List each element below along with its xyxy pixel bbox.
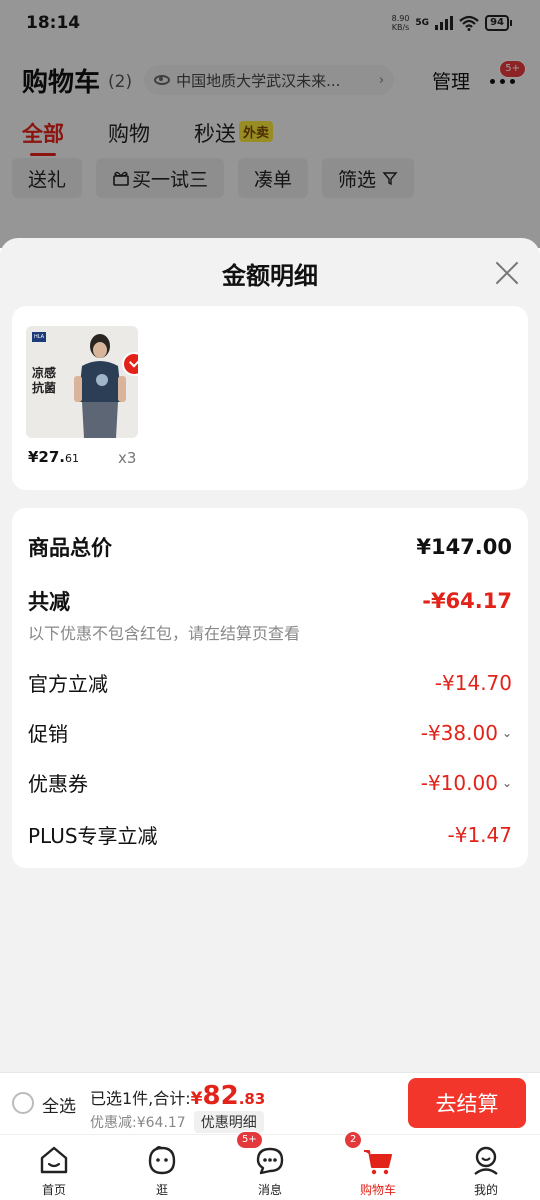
home-icon xyxy=(40,1146,68,1174)
coupon-label: 优惠券 xyxy=(28,772,88,796)
bottom-navigation: 首页 逛 5+ 消息 2 购物车 我的 xyxy=(0,1131,540,1200)
product-model-image xyxy=(74,334,126,438)
nav-cart[interactable]: 2 购物车 xyxy=(324,1131,432,1200)
promotion-value: -¥38.00 xyxy=(420,720,498,745)
select-all-checkbox[interactable] xyxy=(12,1092,34,1114)
coupon-value: -¥10.00 xyxy=(420,770,498,795)
discount-note: 以下优惠不包含红包，请在结算页查看 xyxy=(28,624,301,643)
coupon-value-wrap: -¥10.00 ⌄ xyxy=(421,771,512,795)
amount-detail-sheet: 金额明细 HLA 凉感 抗菌 ¥27.61 x3 商品总价 ¥147.00 共减… xyxy=(0,238,540,1072)
plus-discount-value: -¥1.47 xyxy=(447,822,512,847)
total-price-row: 商品总价 ¥147.00 xyxy=(28,532,512,562)
chevron-down-icon: ⌄ xyxy=(501,775,512,790)
nav-messages[interactable]: 5+ 消息 xyxy=(216,1131,324,1200)
breakdown-item-plus: PLUS专享立减 -¥1.47 xyxy=(28,820,512,849)
nav-cart-label: 购物车 xyxy=(359,1183,396,1197)
cart-page-background: 购物车 (2) 中国地质大学武汉未来... › 管理 5+ 全部 购物 秒送 外卖… xyxy=(0,48,540,248)
discount-amount: 优惠减:¥64.17 xyxy=(90,1115,186,1131)
product-unit-price: ¥27.61 xyxy=(28,448,79,466)
total-price-value: ¥147.00 xyxy=(416,535,512,559)
status-overlay xyxy=(0,0,540,48)
nav-profile-label: 我的 xyxy=(473,1183,498,1197)
promotion-label: 促销 xyxy=(28,722,68,746)
total-amount-integer: 82 xyxy=(202,1081,239,1111)
cart-icon xyxy=(364,1150,392,1175)
total-currency: ¥ xyxy=(190,1089,203,1109)
official-discount-value: -¥14.70 xyxy=(434,670,512,695)
checkout-button[interactable]: 去结算 xyxy=(408,1078,526,1128)
product-price-decimal: 61 xyxy=(65,452,80,465)
brand-logo: HLA xyxy=(32,332,46,342)
status-bar: 18:14 8.90 KB/s 5G 94 xyxy=(0,0,540,48)
sheet-title: 金额明细 xyxy=(222,262,318,290)
message-icon xyxy=(256,1147,284,1175)
total-price-label: 商品总价 xyxy=(28,536,112,560)
nav-browse-label: 逛 xyxy=(155,1183,168,1197)
discount-summary: 优惠减:¥64.17 优惠明细 xyxy=(90,1111,264,1133)
official-discount-label: 官方立减 xyxy=(28,672,108,696)
breakdown-item-official: 官方立减 -¥14.70 xyxy=(28,668,512,697)
checkout-bar: 全选 已选1件,合计: ¥ 82 .83 优惠减:¥64.17 优惠明细 去结算 xyxy=(0,1072,540,1134)
face-icon xyxy=(148,1146,176,1175)
order-summary: 已选1件,合计: ¥ 82 .83 xyxy=(90,1081,265,1111)
discount-detail-button[interactable]: 优惠明细 xyxy=(193,1111,264,1133)
profile-icon xyxy=(474,1146,498,1175)
cart-badge: 2 xyxy=(344,1131,363,1149)
product-card: HLA 凉感 抗菌 ¥27.61 x3 xyxy=(12,306,528,490)
nav-home-label: 首页 xyxy=(41,1183,66,1197)
thumbnail-caption-line1: 凉感 xyxy=(32,366,57,380)
nav-messages-label: 消息 xyxy=(257,1183,282,1197)
nav-browse[interactable]: 逛 xyxy=(108,1135,216,1200)
product-thumbnail[interactable]: HLA 凉感 抗菌 xyxy=(26,326,138,438)
total-reduction-label: 共减 xyxy=(28,590,70,614)
thumbnail-caption: 凉感 抗菌 xyxy=(32,366,56,396)
breakdown-item-coupon[interactable]: 优惠券 -¥10.00 ⌄ xyxy=(28,768,512,797)
messages-badge: 5+ xyxy=(236,1131,263,1149)
breakdown-item-promotion[interactable]: 促销 -¥38.00 ⌄ xyxy=(28,718,512,747)
thumbnail-caption-line2: 抗菌 xyxy=(32,381,57,395)
nav-profile[interactable]: 我的 xyxy=(432,1135,540,1200)
close-icon[interactable] xyxy=(494,260,520,286)
total-reduction-value: -¥64.17 xyxy=(422,589,512,613)
chevron-down-icon: ⌄ xyxy=(501,725,512,740)
promotion-value-wrap: -¥38.00 ⌄ xyxy=(421,721,512,745)
total-amount-decimal: .83 xyxy=(238,1090,266,1108)
plus-discount-label: PLUS专享立减 xyxy=(28,824,158,848)
summary-prefix: 已选1件,合计: xyxy=(90,1089,191,1108)
nav-home[interactable]: 首页 xyxy=(0,1135,108,1200)
price-breakdown-card: 商品总价 ¥147.00 共减 -¥64.17 以下优惠不包含红包，请在结算页查… xyxy=(12,508,528,868)
select-all-label[interactable]: 全选 xyxy=(42,1092,76,1117)
product-quantity: x3 xyxy=(118,449,137,467)
product-price-main: ¥27. xyxy=(28,448,66,466)
total-reduction-row: 共减 -¥64.17 xyxy=(28,586,512,616)
sheet-header: 金额明细 xyxy=(0,238,540,306)
dim-overlay[interactable] xyxy=(0,48,540,248)
